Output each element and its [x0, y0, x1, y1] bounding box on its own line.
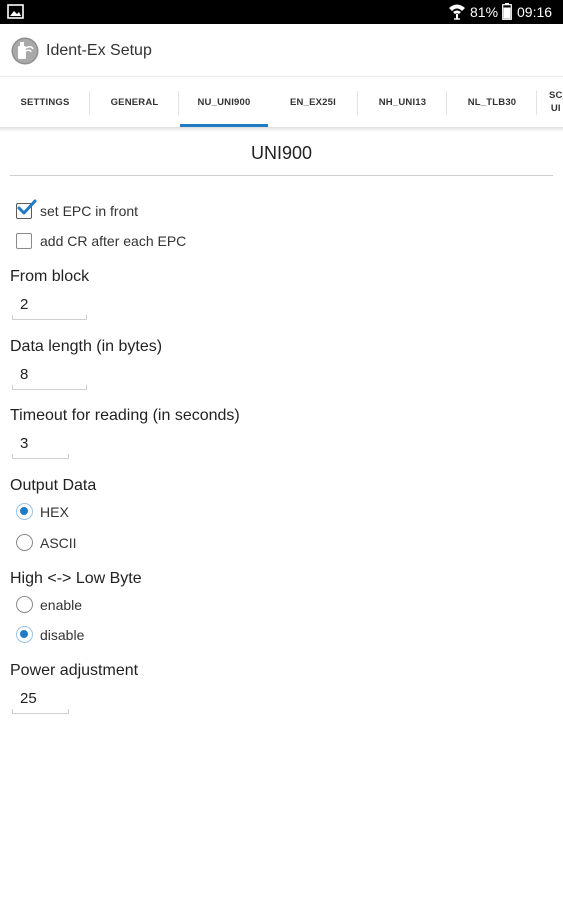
- checkmark-icon: [17, 199, 37, 215]
- tab-overflow[interactable]: SC UI: [546, 77, 563, 127]
- from-block-label: From block: [10, 268, 90, 285]
- tab-nl-tlb30[interactable]: NL_TLB30: [447, 77, 537, 127]
- tab-general[interactable]: GENERAL: [90, 77, 179, 127]
- tab-label: NH_UNI13: [378, 97, 427, 108]
- tab-label: SETTINGS: [20, 97, 70, 108]
- divider: [10, 175, 553, 176]
- radio-label: enable: [40, 597, 83, 613]
- output-data-label: Output Data: [10, 477, 97, 494]
- power-adjustment-input[interactable]: 25: [12, 688, 69, 714]
- tab-label: GENERAL: [110, 97, 159, 108]
- timeout-label: Timeout for reading (in seconds): [10, 407, 240, 424]
- tab-label: NU_UNI900: [197, 97, 251, 108]
- radio-label: HEX: [40, 504, 69, 520]
- tab-settings[interactable]: SETTINGS: [0, 77, 90, 127]
- from-block-input[interactable]: 2: [12, 294, 87, 320]
- tab-en-ex25i[interactable]: EN_EX25I: [268, 77, 358, 127]
- radio-label: ASCII: [40, 535, 77, 551]
- clock: 09:16: [517, 4, 553, 20]
- tab-label: EN_EX25I: [290, 97, 336, 108]
- byte-order-label: High <-> Low Byte: [10, 570, 142, 587]
- disable-radio[interactable]: [16, 626, 33, 643]
- input-value: 2: [20, 296, 29, 313]
- status-bar: 81% 09:16: [0, 0, 563, 24]
- battery-percent: 81%: [470, 4, 499, 20]
- tab-nu-uni900[interactable]: NU_UNI900: [180, 77, 268, 127]
- power-adjustment-label: Power adjustment: [10, 662, 139, 679]
- tab-bar: SETTINGS GENERAL NU_UNI900 EN_EX25I NH_U…: [0, 76, 563, 128]
- checkbox-label: add CR after each EPC: [40, 233, 187, 249]
- radio-label: disable: [40, 627, 85, 643]
- ascii-radio[interactable]: [16, 534, 33, 551]
- app-title: Ident-Ex Setup: [46, 42, 152, 59]
- input-value: 25: [20, 690, 37, 707]
- hex-radio[interactable]: [16, 503, 33, 520]
- add-cr-after-each-epc-checkbox[interactable]: [16, 233, 32, 249]
- set-epc-in-front-checkbox[interactable]: [16, 199, 37, 219]
- battery-icon: [502, 3, 512, 20]
- tab-label: NL_TLB30: [467, 97, 517, 108]
- timeout-input[interactable]: 3: [12, 433, 69, 459]
- app-logo-icon: [11, 37, 39, 65]
- tab-nh-uni13[interactable]: NH_UNI13: [358, 77, 447, 127]
- input-value: 3: [20, 435, 29, 452]
- tab-shadow: [0, 128, 563, 132]
- gallery-icon: [7, 4, 24, 19]
- data-length-label: Data length (in bytes): [10, 338, 163, 355]
- wifi-icon: [449, 4, 465, 20]
- tab-label-partial: SC UI: [549, 90, 563, 114]
- enable-radio[interactable]: [16, 596, 33, 613]
- input-value: 8: [20, 366, 29, 383]
- page-title: UNI900: [250, 143, 313, 163]
- checkbox-label: set EPC in front: [40, 203, 139, 219]
- data-length-input[interactable]: 8: [12, 364, 87, 390]
- app-bar: Ident-Ex Setup: [0, 24, 563, 76]
